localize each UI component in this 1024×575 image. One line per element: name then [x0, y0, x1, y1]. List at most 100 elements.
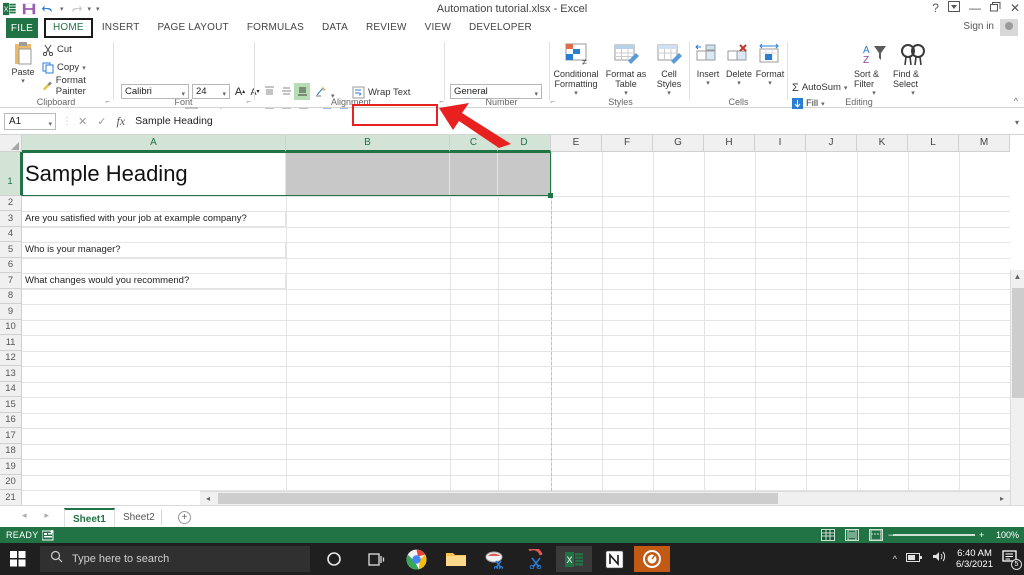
cell-styles-button[interactable]: Cell Styles ▾: [652, 43, 686, 99]
row-header-8[interactable]: 8: [0, 289, 22, 304]
row-header-18[interactable]: 18: [0, 444, 22, 459]
copy-dropdown-icon[interactable]: ▾: [82, 64, 86, 72]
row-header-13[interactable]: 13: [0, 366, 22, 382]
file-explorer-icon[interactable]: [438, 546, 474, 572]
sort-and-filter-button[interactable]: AZ Sort & Filter ▾: [854, 43, 894, 99]
normal-view-button[interactable]: [821, 529, 835, 541]
collapse-ribbon-button[interactable]: ^: [1014, 96, 1018, 106]
format-cells-dropdown-icon[interactable]: ▾: [768, 79, 772, 87]
scroll-right-icon[interactable]: ▸: [997, 494, 1007, 503]
delete-cells-button[interactable]: Delete ▾: [724, 43, 754, 87]
next-sheet-button[interactable]: ▸: [45, 510, 50, 521]
format-painter-button[interactable]: Format Painter: [42, 75, 112, 97]
font-name-dropdown-icon[interactable]: ▾: [181, 88, 185, 101]
fill-dropdown-icon[interactable]: ▾: [821, 100, 825, 108]
sheet-tab-sheet1[interactable]: Sheet1: [64, 508, 115, 528]
row-header-12[interactable]: 12: [0, 351, 22, 366]
find-and-select-dropdown-icon[interactable]: ▾: [911, 89, 915, 99]
tab-formulas[interactable]: FORMULAS: [238, 18, 313, 38]
row-header-14[interactable]: 14: [0, 382, 22, 397]
align-bottom-button[interactable]: [294, 83, 310, 100]
copy-button[interactable]: Copy ▾: [42, 60, 112, 75]
insert-cells-button[interactable]: Insert ▾: [694, 43, 722, 87]
delete-cells-dropdown-icon[interactable]: ▾: [737, 79, 741, 87]
notifications-icon[interactable]: 5: [1002, 550, 1022, 570]
cell-c1[interactable]: [450, 152, 498, 196]
zoom-slider[interactable]: [893, 534, 975, 536]
conditional-formatting-dropdown-icon[interactable]: ▾: [574, 89, 578, 99]
horizontal-scroll-thumb[interactable]: [218, 493, 778, 504]
row-header-3[interactable]: 3: [0, 211, 22, 227]
excel-taskbar-icon[interactable]: X: [556, 546, 592, 572]
tab-home[interactable]: HOME: [44, 18, 93, 38]
column-header-f[interactable]: F: [602, 135, 653, 152]
page-layout-view-button[interactable]: [845, 529, 859, 541]
accept-entry-button[interactable]: ✓: [97, 115, 106, 128]
name-box[interactable]: A1 ▾: [4, 113, 56, 130]
tab-review[interactable]: REVIEW: [357, 18, 416, 38]
zoom-level[interactable]: 100%: [996, 530, 1019, 540]
row-header-16[interactable]: 16: [0, 413, 22, 428]
volume-icon[interactable]: [932, 550, 947, 568]
sort-and-filter-dropdown-icon[interactable]: ▾: [872, 89, 876, 99]
battery-icon[interactable]: [906, 550, 923, 568]
row-header-19[interactable]: 19: [0, 459, 22, 475]
scroll-up-icon[interactable]: ▲: [1011, 272, 1024, 281]
paste-dropdown-icon[interactable]: ▾: [21, 77, 25, 85]
format-as-table-dropdown-icon[interactable]: ▾: [624, 89, 628, 99]
cell-a3[interactable]: Are you satisfied with your job at examp…: [22, 211, 286, 227]
tab-data[interactable]: DATA: [313, 18, 357, 38]
cortana-icon[interactable]: [316, 546, 352, 572]
fill-handle[interactable]: [548, 193, 553, 198]
tab-view[interactable]: VIEW: [416, 18, 460, 38]
cell-styles-dropdown-icon[interactable]: ▾: [667, 89, 671, 99]
restore-button[interactable]: [989, 1, 1001, 15]
snip-sketch-icon[interactable]: [478, 546, 514, 572]
grow-font-button[interactable]: A ▴: [233, 84, 247, 99]
column-header-g[interactable]: G: [653, 135, 704, 152]
wrap-text-button[interactable]: Wrap Text: [352, 85, 410, 100]
page-break-preview-button[interactable]: [869, 529, 883, 541]
formula-input[interactable]: Sample Heading: [135, 113, 1006, 130]
row-header-5[interactable]: 5: [0, 242, 22, 258]
zoom-in-button[interactable]: +: [979, 530, 984, 540]
autosum-button[interactable]: Σ AutoSum ▾: [792, 80, 847, 95]
row-header-1[interactable]: 1: [0, 152, 22, 196]
column-header-e[interactable]: E: [551, 135, 602, 152]
expand-formula-bar-icon[interactable]: ▾: [1015, 118, 1019, 127]
clock[interactable]: 6:40 AM 6/3/2021: [956, 548, 993, 570]
row-header-21[interactable]: 21: [0, 490, 22, 506]
cut-button[interactable]: Cut: [42, 42, 112, 57]
column-header-b[interactable]: B: [286, 135, 450, 152]
cell-a7[interactable]: What changes would you recommend?: [22, 273, 286, 289]
cell-d1[interactable]: [498, 152, 551, 196]
format-cells-button[interactable]: Format ▾: [755, 43, 785, 87]
tab-insert[interactable]: INSERT: [93, 18, 149, 38]
previous-sheet-button[interactable]: ◂: [22, 510, 27, 521]
add-sheet-button[interactable]: +: [178, 511, 191, 524]
tab-file[interactable]: FILE: [6, 18, 38, 38]
search-input[interactable]: Type here to search: [40, 546, 310, 572]
horizontal-scrollbar[interactable]: ◂ ▸: [200, 491, 1010, 505]
font-size-dropdown-icon[interactable]: ▾: [222, 88, 226, 101]
row-header-20[interactable]: 20: [0, 475, 22, 490]
align-top-button[interactable]: [263, 85, 277, 99]
cell-a5[interactable]: Who is your manager?: [22, 242, 286, 258]
conditional-formatting-button[interactable]: ≠ Conditional Formatting ▾: [553, 43, 599, 99]
number-format-dropdown-icon[interactable]: ▾: [534, 88, 538, 101]
autosum-dropdown-icon[interactable]: ▾: [844, 84, 848, 92]
cancel-entry-button[interactable]: ✕: [78, 115, 87, 128]
row-header-6[interactable]: 6: [0, 258, 22, 273]
orientation-dropdown-icon[interactable]: ▾: [331, 85, 339, 100]
row-header-15[interactable]: 15: [0, 397, 22, 413]
column-header-m[interactable]: M: [959, 135, 1010, 152]
column-header-j[interactable]: J: [806, 135, 857, 152]
name-box-dropdown-icon[interactable]: ▾: [48, 117, 52, 132]
sheet-tab-sheet2[interactable]: Sheet2: [115, 508, 163, 528]
column-header-k[interactable]: K: [857, 135, 908, 152]
sign-in-button[interactable]: Sign in: [963, 21, 994, 32]
show-hidden-icons-button[interactable]: ^: [893, 554, 897, 564]
task-view-icon[interactable]: [358, 546, 394, 572]
column-header-h[interactable]: H: [704, 135, 755, 152]
cell-b1[interactable]: [286, 152, 450, 196]
